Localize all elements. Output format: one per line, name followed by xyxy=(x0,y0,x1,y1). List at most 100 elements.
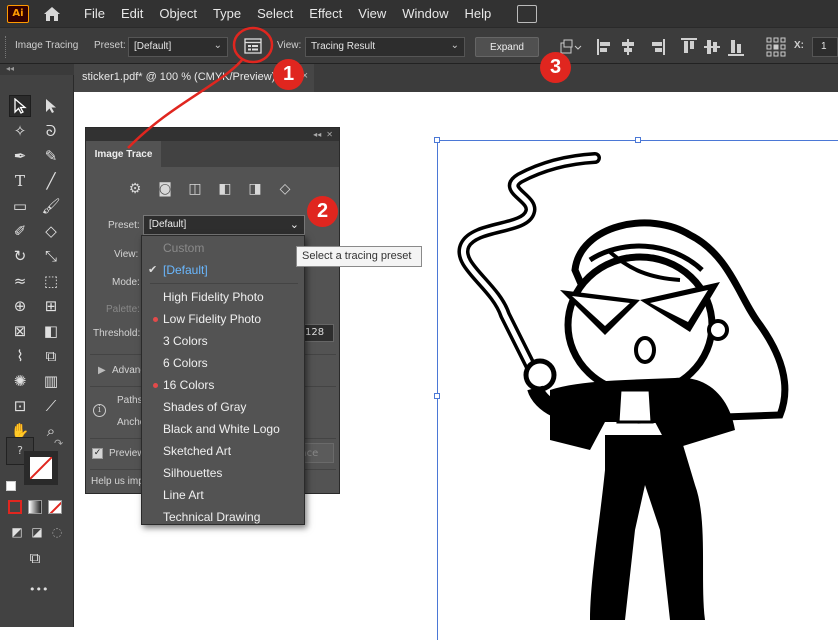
eraser-tool-icon[interactable]: ◇ xyxy=(40,220,62,242)
preset-option: Custom xyxy=(142,237,304,259)
menu-view[interactable]: View xyxy=(358,6,386,21)
toolbar-collapse[interactable]: ◂◂ xyxy=(0,64,74,75)
draw-behind-icon[interactable]: ◪ xyxy=(26,521,48,543)
swap-fill-stroke-icon[interactable]: ↷ xyxy=(54,437,63,450)
tab-image-trace[interactable]: Image Trace xyxy=(86,141,161,167)
screen-mode-icon[interactable]: ⧉ xyxy=(24,547,46,569)
view-select[interactable]: Tracing Result ⌄ xyxy=(305,37,465,57)
preset-option[interactable]: Shades of Gray xyxy=(142,396,304,418)
arrange-documents-icon[interactable] xyxy=(517,4,538,23)
preset-option-label: [Default] xyxy=(163,263,208,277)
gradient-mode-icon[interactable] xyxy=(28,500,42,514)
free-transform-tool-icon[interactable]: ⬚ xyxy=(40,270,62,292)
menu-object[interactable]: Object xyxy=(159,6,197,21)
low-color-icon[interactable]: ◫ xyxy=(186,181,204,197)
width-tool-icon[interactable]: ≈ xyxy=(9,270,31,292)
align-objects-icons[interactable] xyxy=(597,38,757,56)
collapse-panel-icon[interactable]: ◂◂ xyxy=(313,130,321,139)
line-tool-icon[interactable]: ╱ xyxy=(40,170,62,192)
x-input-value: 1 xyxy=(821,41,827,52)
mesh-tool-icon[interactable]: ⊠ xyxy=(9,320,31,342)
selection-handle[interactable] xyxy=(635,137,641,143)
preset-option-label: 3 Colors xyxy=(163,334,208,348)
magic-wand-tool-icon[interactable]: ✧ xyxy=(9,120,31,142)
shaper-tool-icon[interactable]: ✐ xyxy=(9,220,31,242)
preset-option[interactable]: 16 Colors xyxy=(142,374,304,396)
preset-option[interactable]: 6 Colors xyxy=(142,352,304,374)
rotate-tool-icon[interactable]: ↻ xyxy=(9,245,31,267)
stroke-swatch[interactable] xyxy=(24,451,58,485)
rectangle-tool-icon[interactable]: ▭ xyxy=(9,195,31,217)
document-tab-bar: sticker1.pdf* @ 100 % (CMYK/Preview) × xyxy=(74,64,838,92)
none-mode-icon[interactable] xyxy=(48,500,62,514)
type-tool-icon[interactable]: T xyxy=(9,170,31,192)
preview-checkbox[interactable]: ✓ xyxy=(92,448,103,459)
image-trace-panel-icon[interactable] xyxy=(244,38,262,54)
selection-handle[interactable] xyxy=(434,137,440,143)
artboard-tool-icon[interactable]: ⊡ xyxy=(9,395,31,417)
preset-option[interactable]: [Default] ✔ xyxy=(142,259,304,281)
menu-type[interactable]: Type xyxy=(213,6,241,21)
preset-option[interactable]: Sketched Art xyxy=(142,440,304,462)
draw-normal-icon[interactable]: ◩ xyxy=(6,521,28,543)
gradient-tool-icon[interactable]: ◧ xyxy=(40,320,62,342)
menu-edit[interactable]: Edit xyxy=(121,6,143,21)
eyedropper-tool-icon[interactable]: ⌇ xyxy=(9,345,31,367)
preset-option[interactable]: Silhouettes xyxy=(142,462,304,484)
preset-dropdown-menu: Custom [Default] ✔ High Fidelity Photo Low F… xyxy=(141,235,305,525)
preset-option-label: Sketched Art xyxy=(163,444,232,458)
menu-effect[interactable]: Effect xyxy=(309,6,342,21)
preset-option-label: Custom xyxy=(163,241,205,255)
menu-window[interactable]: Window xyxy=(402,6,448,21)
preset-option[interactable]: Line Art xyxy=(142,484,304,506)
shape-builder-tool-icon[interactable]: ⊕ xyxy=(9,295,31,317)
preset-option-label: Technical Drawing xyxy=(163,510,261,524)
home-icon[interactable] xyxy=(42,5,62,23)
color-mode-icon[interactable] xyxy=(8,500,22,514)
threshold-input[interactable]: 128 xyxy=(300,324,334,342)
fill-stroke-swatches[interactable]: ? ↷ xyxy=(6,437,64,495)
draw-inside-icon[interactable]: ◌ xyxy=(46,521,68,543)
panel-preset-value: [Default] xyxy=(149,219,187,230)
high-color-icon[interactable]: ◙ xyxy=(156,181,174,197)
edit-toolbar-button[interactable]: ••• xyxy=(29,583,48,596)
grayscale-icon[interactable]: ◧ xyxy=(216,181,234,197)
preset-option-label: Line Art xyxy=(163,488,204,502)
menu-help[interactable]: Help xyxy=(464,6,491,21)
advanced-toggle-icon[interactable]: ▶ xyxy=(98,365,106,376)
blend-tool-icon[interactable]: ⧉ xyxy=(40,345,62,367)
pen-tool-icon[interactable]: ✒ xyxy=(9,145,31,167)
curvature-tool-icon[interactable]: ✎ xyxy=(40,145,62,167)
symbol-sprayer-tool-icon[interactable]: ✺ xyxy=(9,370,31,392)
close-panel-icon[interactable]: ✕ xyxy=(326,130,333,139)
auto-color-icon[interactable]: ⚙ xyxy=(126,181,144,197)
perspective-grid-tool-icon[interactable]: ⊞ xyxy=(40,295,62,317)
callout-badge-2: 2 xyxy=(307,196,338,227)
direct-selection-tool-icon[interactable] xyxy=(40,95,62,117)
menu-select[interactable]: Select xyxy=(257,6,293,21)
preset-option[interactable]: 3 Colors xyxy=(142,330,304,352)
panel-view-label: View: xyxy=(114,249,139,260)
x-label: X: xyxy=(794,40,804,51)
grip-handle[interactable] xyxy=(5,36,8,58)
lasso-tool-icon[interactable]: ᘐ xyxy=(40,120,62,142)
preset-option[interactable]: Black and White Logo xyxy=(142,418,304,440)
selection-tool-icon[interactable] xyxy=(9,95,31,117)
black-and-white-icon[interactable]: ◨ xyxy=(246,181,264,197)
default-fill-stroke-icon[interactable] xyxy=(6,481,16,491)
panel-header[interactable]: ◂◂ ✕ xyxy=(86,128,339,141)
preset-option[interactable]: Technical Drawing xyxy=(142,506,304,528)
paintbrush-tool-icon[interactable]: 🖌 xyxy=(40,195,62,217)
slice-tool-icon[interactable]: ⟋ xyxy=(40,395,62,417)
outline-icon[interactable]: ◇ xyxy=(276,181,294,197)
transform-reference-icon[interactable] xyxy=(766,37,786,57)
preset-option[interactable]: Low Fidelity Photo xyxy=(142,308,304,330)
preset-select[interactable]: [Default] ⌄ xyxy=(128,37,228,57)
panel-preset-select[interactable]: [Default] ⌄ xyxy=(143,215,305,235)
preset-option[interactable]: High Fidelity Photo xyxy=(142,286,304,308)
expand-button[interactable]: Expand xyxy=(475,37,539,57)
column-graph-tool-icon[interactable]: ▥ xyxy=(40,370,62,392)
menu-file[interactable]: File xyxy=(84,6,105,21)
scale-tool-icon[interactable]: ⤡ xyxy=(40,245,62,267)
x-input[interactable]: 1 xyxy=(812,37,838,57)
